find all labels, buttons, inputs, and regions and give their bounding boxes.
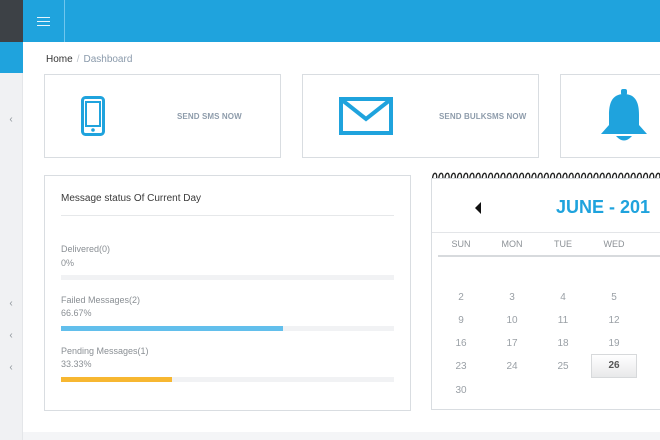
delivered-percent: 0% <box>61 258 75 268</box>
calendar-day[interactable]: 10 <box>492 310 532 332</box>
sidebar-active-item[interactable] <box>0 42 23 73</box>
calendar-day[interactable]: 25 <box>543 356 583 378</box>
calendar-day[interactable]: 18 <box>543 333 583 355</box>
page-footer <box>23 432 660 440</box>
delivered-progress-bar <box>61 275 394 280</box>
sidebar-chevron-icon[interactable]: ‹ <box>6 298 16 310</box>
weekday-label: MON <box>501 239 523 249</box>
sidebar: ‹ ‹ ‹ ‹ <box>0 0 23 440</box>
breadcrumb: Home / Dashboard <box>46 54 132 66</box>
menu-toggle-button[interactable] <box>23 0 65 42</box>
calendar-day[interactable]: 16 <box>441 333 481 355</box>
calendar-day[interactable]: 4 <box>543 287 583 309</box>
notifications-button[interactable] <box>560 74 660 158</box>
failed-progress-fill <box>61 326 283 331</box>
divider <box>61 215 394 216</box>
calendar-month-title: JUNE - 201 <box>556 197 651 217</box>
previous-month-arrow-icon[interactable] <box>475 202 481 214</box>
bell-icon <box>601 89 647 141</box>
hamburger-icon <box>37 16 50 26</box>
send-sms-label: SEND SMS NOW <box>177 112 242 121</box>
calendar-divider <box>432 232 660 233</box>
pending-label: Pending Messages(1) <box>61 346 149 356</box>
breadcrumb-home-link[interactable]: Home <box>46 54 73 65</box>
calendar-widget: JUNE - 201 SUN MON TUE WED T 2 3 4 5 9 1… <box>431 178 660 410</box>
main-content: Home / Dashboard SEND SMS NOW SEND BULKSMS… <box>23 42 660 432</box>
weekday-label: SUN <box>451 239 471 249</box>
pending-percent: 33.33% <box>61 359 92 369</box>
failed-label: Failed Messages(2) <box>61 295 141 305</box>
calendar-day[interactable]: 17 <box>492 333 532 355</box>
calendar-day[interactable]: 30 <box>441 380 481 402</box>
breadcrumb-current: Dashboard <box>83 54 133 65</box>
mobile-phone-icon <box>81 96 105 136</box>
calendar-day[interactable]: 11 <box>543 310 583 332</box>
weekday-label: T <box>645 239 660 250</box>
calendar-day[interactable]: 24 <box>492 356 532 378</box>
calendar-day[interactable]: 5 <box>594 287 634 309</box>
calendar-day[interactable]: 23 <box>441 356 481 378</box>
delivered-label: Delivered(0) <box>61 244 111 254</box>
sidebar-chevron-icon[interactable]: ‹ <box>6 330 16 342</box>
weekday-label: WED <box>603 239 625 249</box>
calendar-day[interactable]: 3 <box>492 287 532 309</box>
weekday-label: TUE <box>554 239 572 249</box>
sidebar-chevron-icon[interactable]: ‹ <box>6 114 16 126</box>
sidebar-logo-area <box>0 0 23 42</box>
calendar-day[interactable]: 19 <box>594 333 634 355</box>
sidebar-chevron-icon[interactable]: ‹ <box>6 362 16 374</box>
calendar-day[interactable]: 9 <box>441 310 481 332</box>
send-bulksms-button[interactable]: SEND BULKSMS NOW <box>302 74 539 158</box>
envelope-icon <box>339 97 393 135</box>
send-sms-button[interactable]: SEND SMS NOW <box>44 74 281 158</box>
calendar-day[interactable]: 12 <box>594 310 634 332</box>
panel-title: Message status Of Current Day <box>61 193 202 204</box>
pending-progress-bar <box>61 377 394 382</box>
calendar-header-divider <box>438 255 660 257</box>
send-bulksms-label: SEND BULKSMS NOW <box>439 112 527 121</box>
calendar-day-today[interactable]: 26 <box>591 354 637 378</box>
top-navbar <box>23 0 660 42</box>
calendar-day[interactable]: 2 <box>441 287 481 309</box>
breadcrumb-separator: / <box>76 54 80 65</box>
message-status-panel: Message status Of Current Day Delivered(… <box>44 175 411 411</box>
pending-progress-fill <box>61 377 172 382</box>
failed-progress-bar <box>61 326 394 331</box>
failed-percent: 66.67% <box>61 308 92 318</box>
